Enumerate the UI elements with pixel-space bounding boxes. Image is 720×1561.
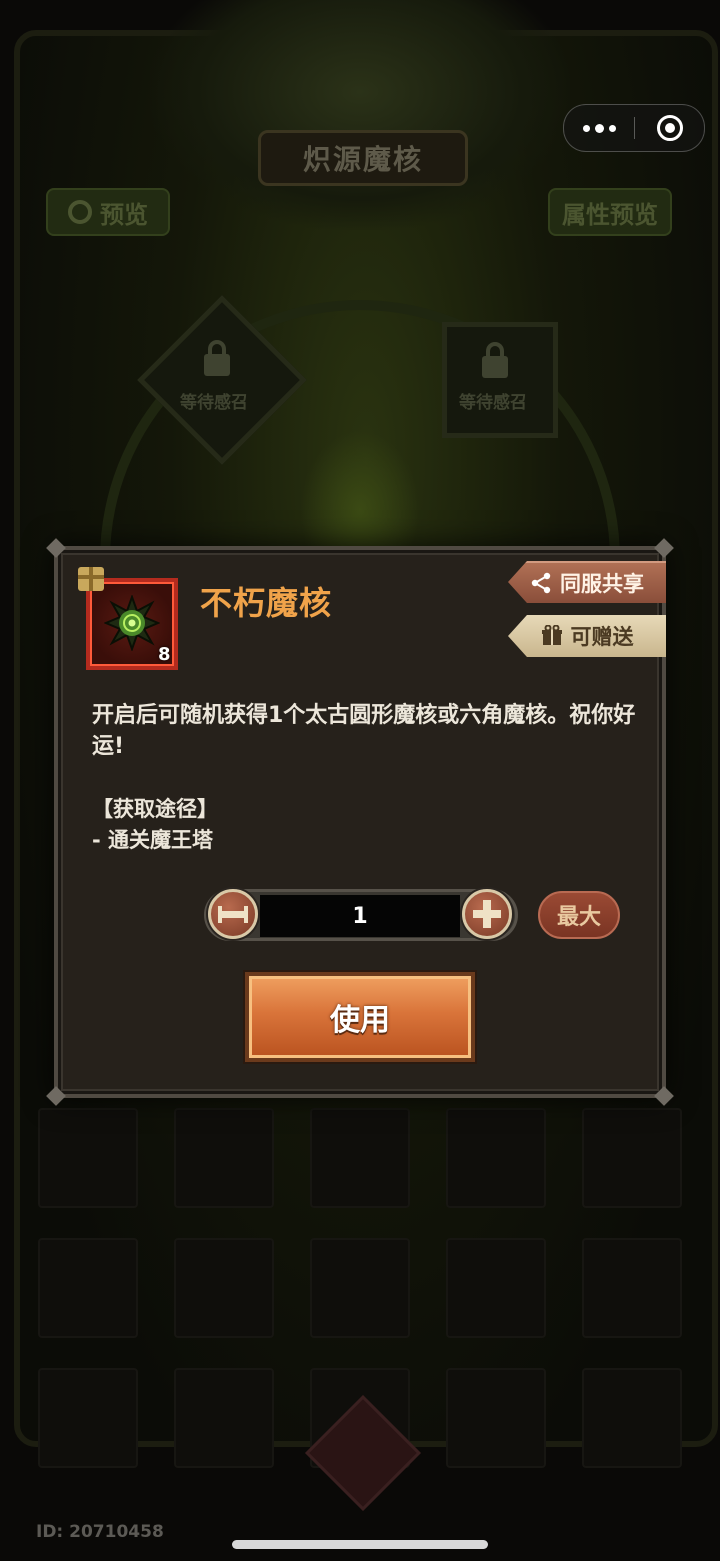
share-label: 同服共享: [560, 572, 644, 596]
preview-button[interactable]: 预览: [46, 188, 170, 236]
minus-icon: [218, 905, 248, 923]
share-icon: [531, 572, 551, 594]
increase-button[interactable]: [462, 889, 512, 939]
more-dots-icon: [582, 124, 590, 132]
plus-icon: [473, 900, 501, 928]
inventory-cell[interactable]: [446, 1368, 546, 1468]
inventory-cell[interactable]: [582, 1368, 682, 1468]
close-miniprogram-button[interactable]: [635, 105, 704, 151]
item-description: 开启后可随机获得1个太古圆形魔核或六角魔核。祝你好运!: [92, 703, 636, 759]
demon-core-icon: [104, 595, 160, 651]
page-title: 炽源魔核: [258, 130, 468, 186]
user-id: ID: 20710458: [36, 1522, 164, 1542]
inventory-cell[interactable]: [582, 1238, 682, 1338]
inventory-cell[interactable]: [310, 1238, 410, 1338]
slot-right-label: 等待感召: [459, 393, 527, 413]
preview-label: 预览: [100, 200, 148, 229]
inventory-cell[interactable]: [38, 1368, 138, 1468]
attribute-preview-button[interactable]: 属性预览: [548, 188, 672, 236]
server-share-button[interactable]: 同服共享: [508, 561, 666, 603]
inventory-cell[interactable]: [174, 1368, 274, 1468]
gift-icon: [541, 625, 562, 645]
inventory-cell[interactable]: [174, 1238, 274, 1338]
giftable-button[interactable]: 可赠送: [508, 615, 666, 657]
inventory-cell[interactable]: [446, 1108, 546, 1208]
inventory-cell[interactable]: [446, 1238, 546, 1338]
item-count: 8: [158, 644, 171, 665]
inventory-cell[interactable]: [38, 1238, 138, 1338]
more-button[interactable]: [564, 105, 634, 151]
capsule-menu: [563, 104, 705, 152]
decrease-button[interactable]: [208, 889, 258, 939]
source-item: - 通关魔王塔: [92, 828, 214, 852]
home-indicator: [232, 1540, 488, 1549]
quantity-input[interactable]: 1: [260, 895, 460, 937]
gift-icon: [78, 567, 104, 591]
lock-icon: [482, 342, 508, 378]
item-name: 不朽魔核: [200, 584, 333, 622]
inventory-cell[interactable]: [38, 1108, 138, 1208]
use-button[interactable]: 使用: [245, 972, 475, 1062]
inventory-cell[interactable]: [310, 1108, 410, 1208]
inventory-cell[interactable]: [174, 1108, 274, 1208]
search-icon: [68, 200, 92, 224]
target-icon: [656, 115, 683, 141]
max-button[interactable]: 最大: [538, 891, 620, 939]
bat-emblem: [150, 0, 570, 230]
slot-left-label: 等待感召: [180, 393, 248, 413]
source-title: 【获取途径】: [92, 797, 218, 821]
inventory-cell[interactable]: [582, 1108, 682, 1208]
core-slot-right[interactable]: [442, 322, 558, 438]
more-dot: [608, 124, 616, 132]
more-dot: [594, 123, 604, 133]
gift-label: 可赠送: [570, 625, 634, 649]
lock-icon: [204, 340, 230, 376]
